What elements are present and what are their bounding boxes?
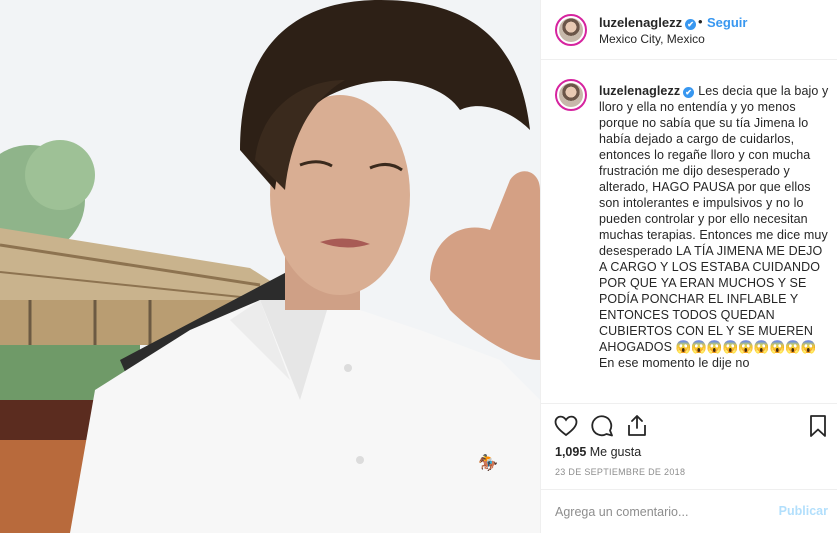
header-username[interactable]: luzelenaglezz ✔: [599, 15, 697, 30]
verified-badge-icon: ✔: [685, 19, 697, 30]
likes-count[interactable]: 1,095 Me gusta: [555, 445, 641, 459]
instagram-post: 🏇 luzelenaglezz ✔ • Seguir Mexico City, M…: [0, 0, 837, 533]
post-photo[interactable]: 🏇: [0, 0, 540, 533]
likes-label: Me gusta: [589, 445, 642, 459]
post-side-panel: luzelenaglezz ✔ • Seguir Mexico City, Mex…: [540, 0, 837, 533]
verified-badge-icon: ✔: [683, 87, 695, 98]
publish-button[interactable]: Publicar: [779, 504, 828, 518]
caption-text: luzelenaglezz ✔ Les decia que la bajo y ll…: [599, 83, 829, 371]
post-photo-image: 🏇: [0, 0, 540, 533]
location-link[interactable]: Mexico City, Mexico: [599, 32, 705, 46]
follow-button[interactable]: Seguir: [707, 15, 747, 30]
comment-input[interactable]: [555, 503, 765, 521]
share-icon[interactable]: [624, 413, 650, 439]
post-date[interactable]: 23 DE SEPTIEMBRE DE 2018: [555, 467, 685, 477]
likes-number: 1,095: [555, 445, 587, 459]
follow-separator: •: [698, 14, 703, 29]
post-actions: 1,095 Me gusta 23 DE SEPTIEMBRE DE 2018 …: [541, 403, 837, 533]
svg-text:🏇: 🏇: [478, 453, 498, 472]
profile-avatar[interactable]: [555, 14, 587, 46]
caption-body: Les decia que la bajo y lloro y ella no …: [599, 84, 829, 370]
caption-area: luzelenaglezz ✔ Les decia que la bajo y ll…: [541, 61, 837, 403]
comment-bar: Publicar: [541, 489, 837, 533]
caption-username[interactable]: luzelenaglezz ✔: [599, 84, 695, 98]
heart-icon[interactable]: [553, 413, 579, 439]
caption-avatar[interactable]: [555, 79, 587, 111]
post-header: luzelenaglezz ✔ • Seguir Mexico City, Mex…: [541, 0, 837, 60]
bookmark-icon[interactable]: [805, 413, 831, 439]
comment-icon[interactable]: [589, 413, 615, 439]
